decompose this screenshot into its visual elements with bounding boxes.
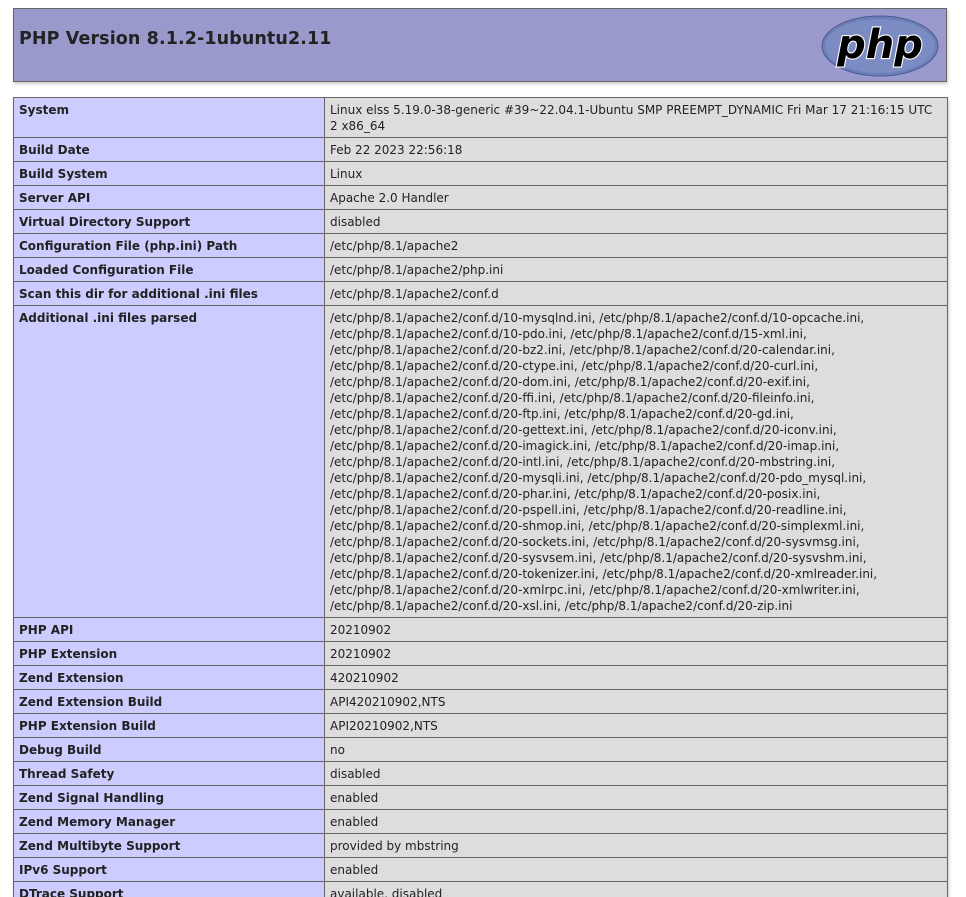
info-table: System Linux elss 5.19.0-38-generic #39~2…: [13, 97, 948, 897]
table-row: PHP API 20210902: [13, 617, 948, 642]
row-label: Zend Extension Build: [13, 689, 325, 714]
table-row: DTrace Support available, disabled: [13, 881, 948, 897]
row-label: DTrace Support: [13, 881, 325, 897]
table-row: Zend Extension Build API420210902,NTS: [13, 689, 948, 714]
row-label: Configuration File (php.ini) Path: [13, 233, 325, 258]
row-value: enabled: [324, 809, 948, 834]
table-row: Scan this dir for additional .ini files /…: [13, 281, 948, 306]
row-value: enabled: [324, 857, 948, 882]
table-row: PHP Extension Build API20210902,NTS: [13, 713, 948, 738]
table-row: Server API Apache 2.0 Handler: [13, 185, 948, 210]
php-logo-icon: php: [821, 15, 939, 77]
row-label: Virtual Directory Support: [13, 209, 325, 234]
row-label: Zend Multibyte Support: [13, 833, 325, 858]
row-value: Linux: [324, 161, 948, 186]
row-value: 20210902: [324, 641, 948, 666]
row-value: /etc/php/8.1/apache2/conf.d/10-mysqlnd.i…: [324, 305, 948, 618]
row-label: Zend Signal Handling: [13, 785, 325, 810]
row-value: 420210902: [324, 665, 948, 690]
row-label: PHP API: [13, 617, 325, 642]
row-value: Linux elss 5.19.0-38-generic #39~22.04.1…: [324, 97, 948, 138]
row-label: Additional .ini files parsed: [13, 305, 325, 618]
table-row: Build System Linux: [13, 161, 948, 186]
row-label: PHP Extension: [13, 641, 325, 666]
phpinfo-page: PHP Version 8.1.2-1ubuntu2.11 php System…: [0, 0, 966, 897]
row-value: API420210902,NTS: [324, 689, 948, 714]
row-value: /etc/php/8.1/apache2: [324, 233, 948, 258]
row-label: System: [13, 97, 325, 138]
row-value: /etc/php/8.1/apache2/php.ini: [324, 257, 948, 282]
table-row: Zend Multibyte Support provided by mbstri…: [13, 833, 948, 858]
row-label: Build Date: [13, 137, 325, 162]
row-label: Build System: [13, 161, 325, 186]
info-table-body: System Linux elss 5.19.0-38-generic #39~2…: [13, 97, 948, 897]
table-row: Zend Extension 420210902: [13, 665, 948, 690]
row-label: Scan this dir for additional .ini files: [13, 281, 325, 306]
table-row: Thread Safety disabled: [13, 761, 948, 786]
row-value: 20210902: [324, 617, 948, 642]
row-value: Feb 22 2023 22:56:18: [324, 137, 948, 162]
row-value: disabled: [324, 761, 948, 786]
row-label: PHP Extension Build: [13, 713, 325, 738]
table-row: Zend Memory Manager enabled: [13, 809, 948, 834]
row-value: no: [324, 737, 948, 762]
table-row: Additional .ini files parsed/etc/php/8.1…: [13, 305, 948, 618]
table-row: Zend Signal Handling enabled: [13, 785, 948, 810]
table-row: Debug Build no: [13, 737, 948, 762]
php-logo[interactable]: php: [820, 14, 940, 78]
row-label: Zend Extension: [13, 665, 325, 690]
page-title: PHP Version 8.1.2-1ubuntu2.11: [19, 29, 332, 49]
php-logo-text: php: [836, 22, 923, 68]
version-header: PHP Version 8.1.2-1ubuntu2.11 php: [13, 8, 947, 82]
row-value: available, disabled: [324, 881, 948, 897]
table-row: Loaded Configuration File/etc/php/8.1/ap…: [13, 257, 948, 282]
table-row: Virtual Directory Support disabled: [13, 209, 948, 234]
table-row: PHP Extension 20210902: [13, 641, 948, 666]
row-value: API20210902,NTS: [324, 713, 948, 738]
row-label: Thread Safety: [13, 761, 325, 786]
row-value: Apache 2.0 Handler: [324, 185, 948, 210]
row-label: Debug Build: [13, 737, 325, 762]
table-row: System Linux elss 5.19.0-38-generic #39~2…: [13, 97, 948, 138]
row-value: provided by mbstring: [324, 833, 948, 858]
row-label: IPv6 Support: [13, 857, 325, 882]
row-value: disabled: [324, 209, 948, 234]
table-row: Configuration File (php.ini) Path/etc/ph…: [13, 233, 948, 258]
row-label: Zend Memory Manager: [13, 809, 325, 834]
row-value: enabled: [324, 785, 948, 810]
row-label: Loaded Configuration File: [13, 257, 325, 282]
row-value: /etc/php/8.1/apache2/conf.d: [324, 281, 948, 306]
table-row: Build Date Feb 22 2023 22:56:18: [13, 137, 948, 162]
table-row: IPv6 Support enabled: [13, 857, 948, 882]
row-label: Server API: [13, 185, 325, 210]
